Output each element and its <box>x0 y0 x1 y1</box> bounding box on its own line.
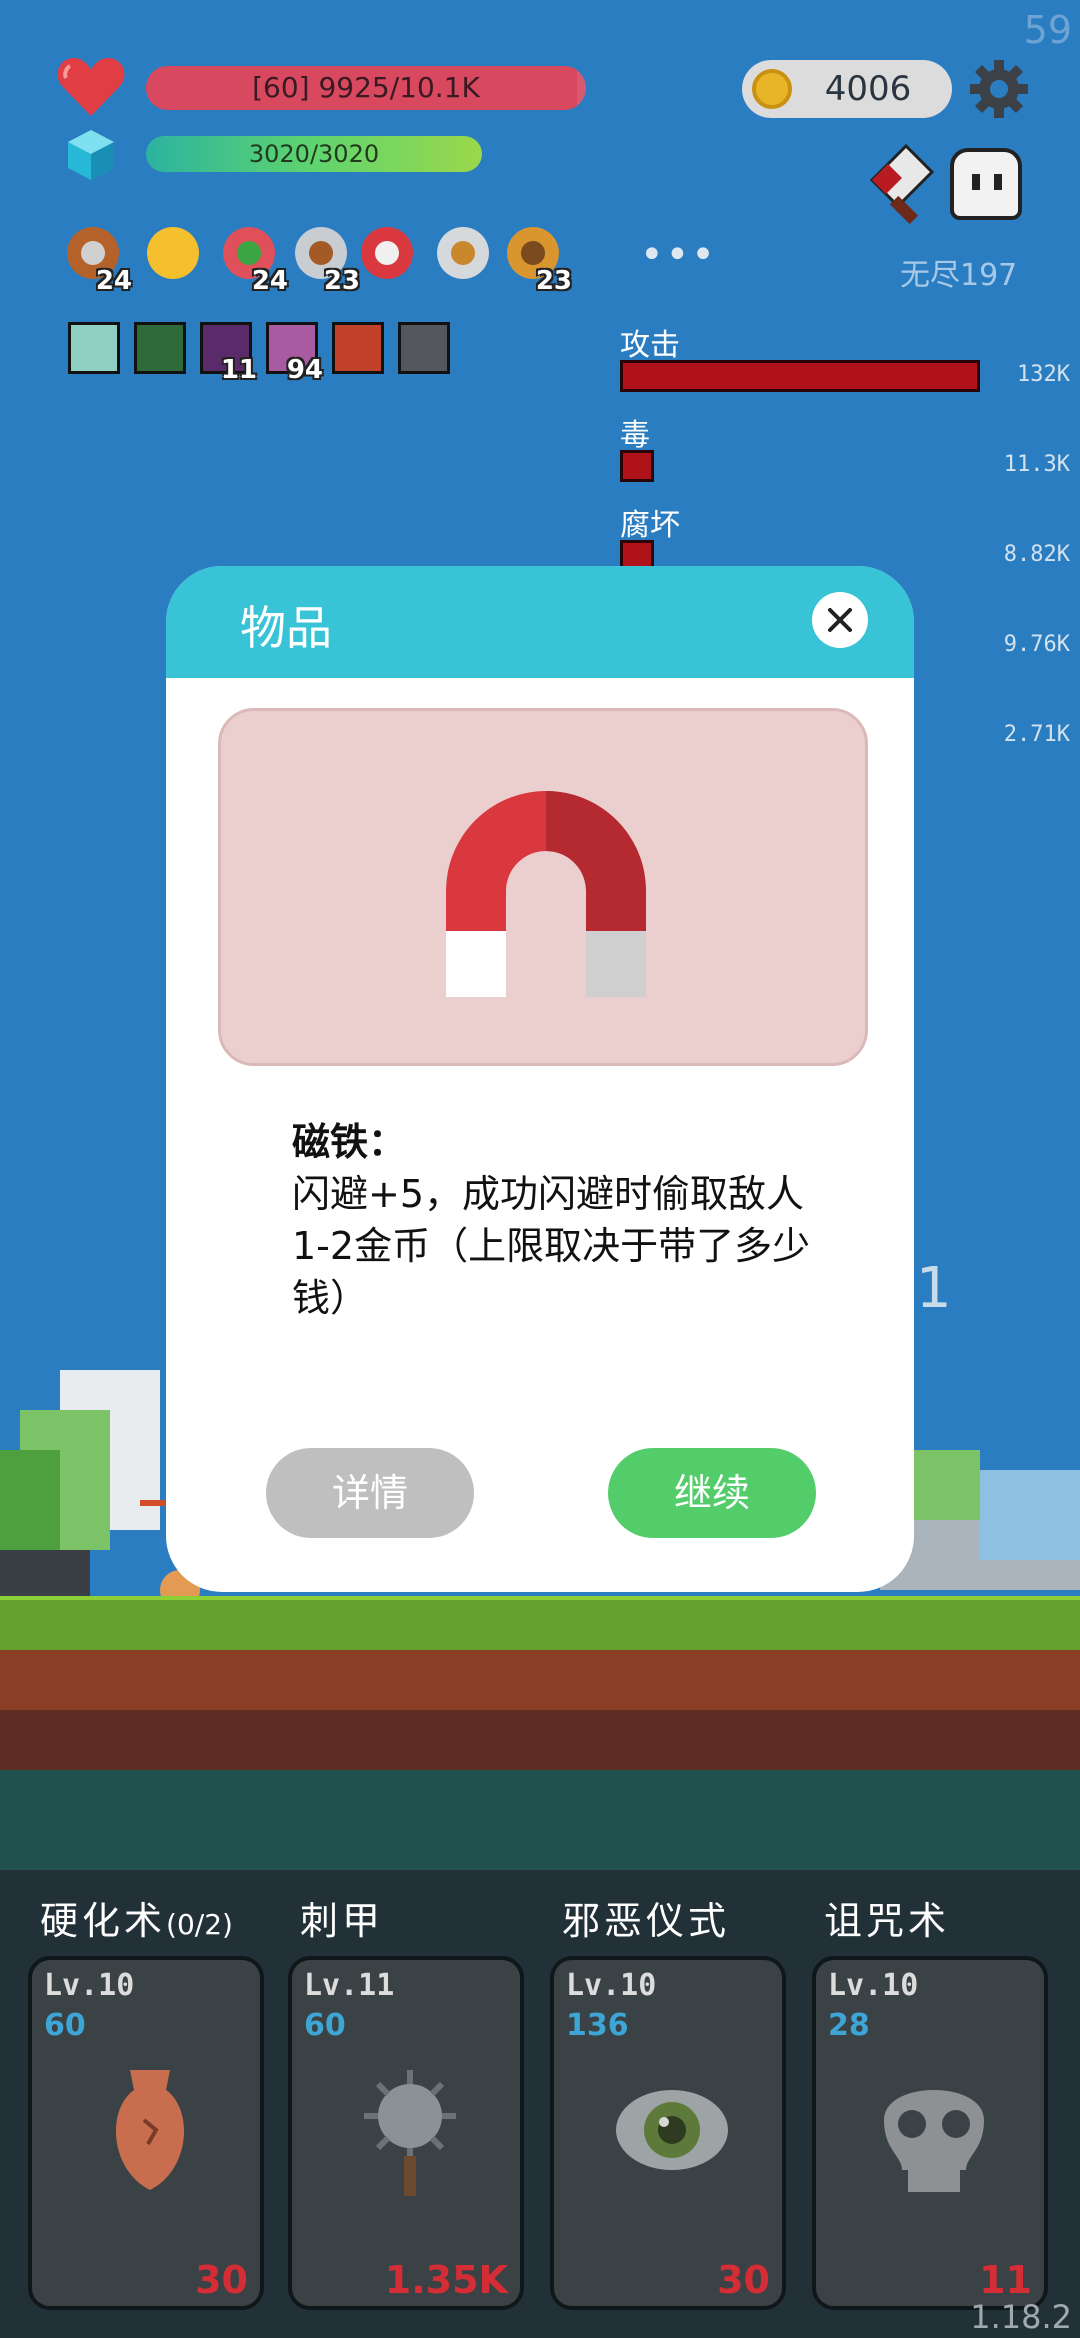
modal-header: 物品 <box>166 566 914 678</box>
item-description: 磁铁： 闪避+5，成功闪避时偷取敌人1-2金币（上限取决于带了多少钱） <box>292 1116 812 1324</box>
item-name: 磁铁： <box>292 1120 407 1164</box>
modal-title: 物品 <box>240 601 332 655</box>
close-button[interactable] <box>812 592 868 648</box>
magnet-icon <box>446 791 646 997</box>
continue-button[interactable]: 继续 <box>608 1448 816 1538</box>
item-preview <box>218 708 868 1066</box>
item-modal: 物品 磁铁： 闪避+5，成功闪避时偷取敌人1-2金币（上限取决于带了多少钱） 详… <box>166 566 914 1592</box>
item-effect-text: 闪避+5，成功闪避时偷取敌人1-2金币（上限取决于带了多少钱） <box>292 1172 811 1320</box>
details-button[interactable]: 详情 <box>266 1448 474 1538</box>
close-icon <box>828 608 852 632</box>
